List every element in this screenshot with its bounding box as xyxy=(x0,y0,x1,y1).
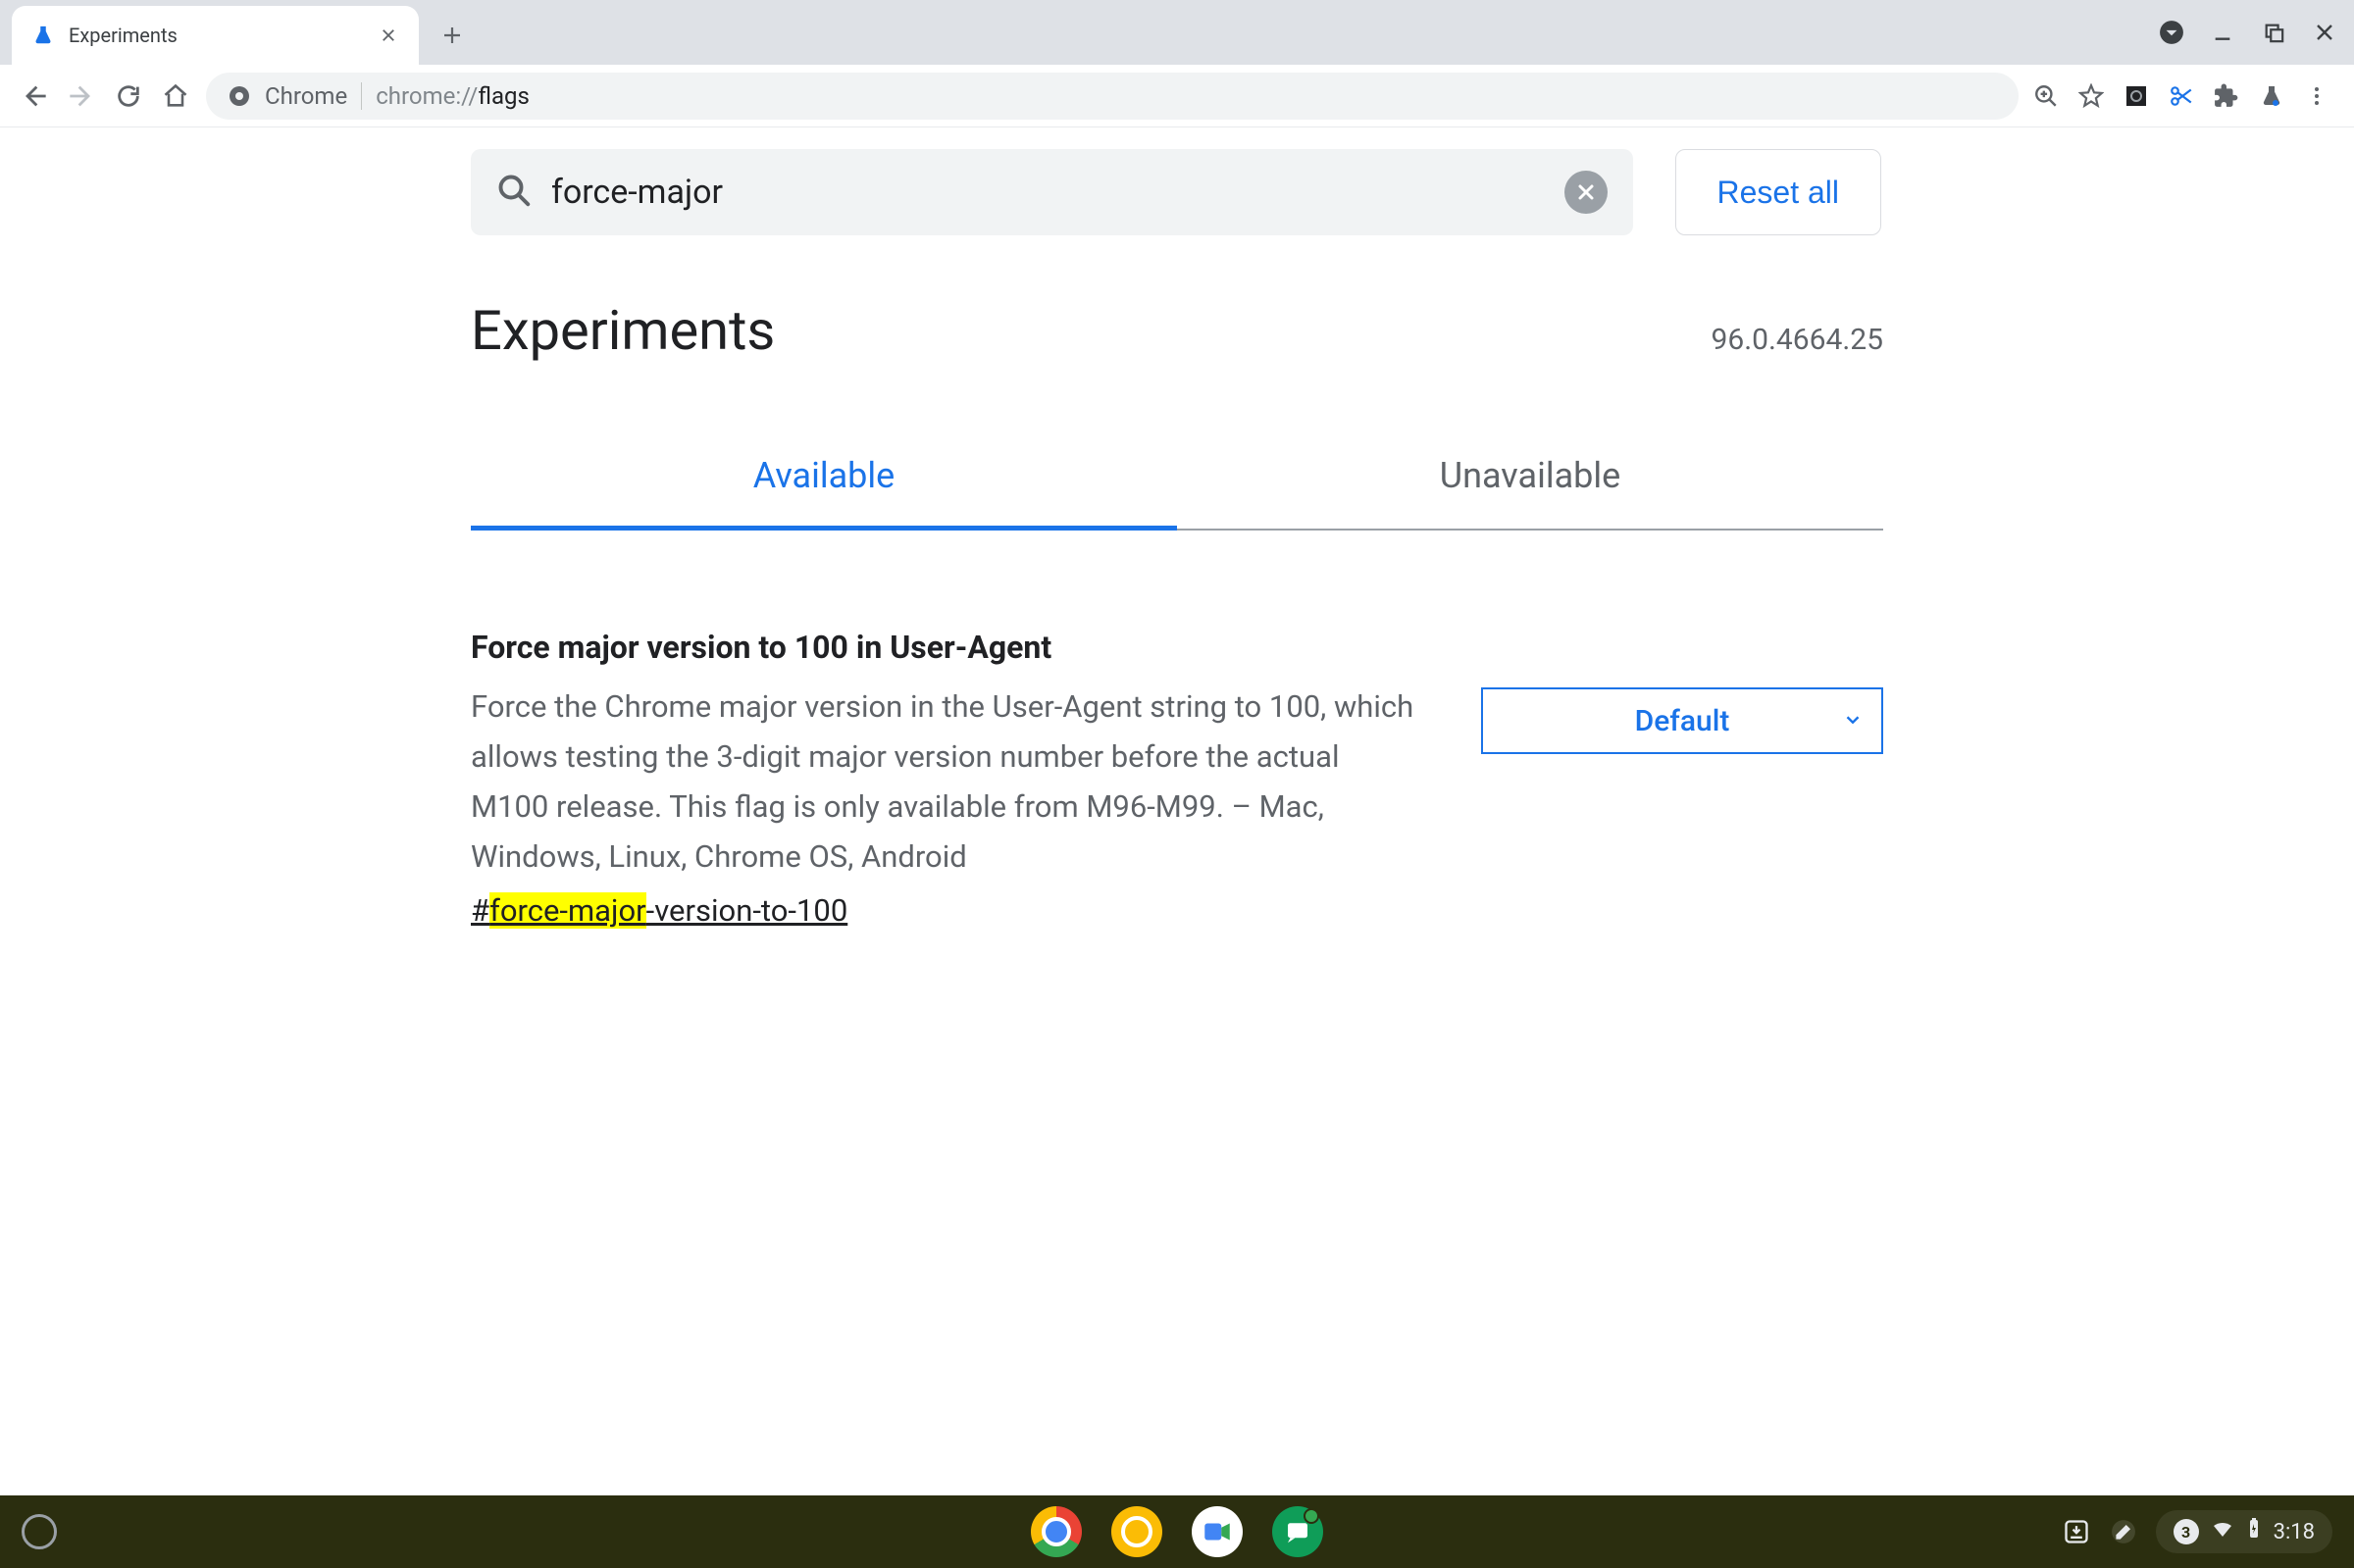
version-label: 96.0.4664.25 xyxy=(1712,323,1883,357)
extension-square-icon[interactable] xyxy=(2123,82,2150,110)
back-button[interactable] xyxy=(18,79,51,113)
chromeos-shelf: 3 3:18 xyxy=(0,1495,2354,1568)
omnibox-separator xyxy=(361,82,362,110)
shelf-status-area: 3 3:18 xyxy=(2062,1510,2332,1553)
tote-icon[interactable] xyxy=(2062,1517,2091,1546)
toolbar-actions xyxy=(2032,82,2336,110)
forward-button[interactable] xyxy=(65,79,98,113)
bookmark-icon[interactable] xyxy=(2077,82,2105,110)
omnibox-url: chrome://flags xyxy=(376,82,530,110)
notification-count: 3 xyxy=(2174,1519,2199,1544)
omnibox-label: Chrome xyxy=(265,82,347,110)
flags-search-box xyxy=(471,149,1633,235)
browser-toolbar: Chrome chrome://flags xyxy=(0,65,2354,127)
flag-state-select[interactable]: Default xyxy=(1481,687,1883,754)
chevron-down-icon xyxy=(1842,704,1864,738)
menu-icon[interactable] xyxy=(2303,82,2330,110)
tab-title: Experiments xyxy=(69,24,364,47)
minimize-icon[interactable] xyxy=(2209,19,2236,46)
window-controls xyxy=(2158,0,2338,65)
canvas-app-icon[interactable] xyxy=(1111,1506,1162,1557)
flag-anchor-link[interactable]: #force-major-version-to-100 xyxy=(471,892,847,929)
page-content: Reset all Experiments 96.0.4664.25 Avail… xyxy=(0,127,2354,1495)
scissors-icon[interactable] xyxy=(2168,82,2195,110)
site-info-icon[interactable] xyxy=(228,84,251,108)
messages-app-icon[interactable] xyxy=(1272,1506,1323,1557)
close-window-icon[interactable] xyxy=(2311,19,2338,46)
clock: 3:18 xyxy=(2274,1520,2315,1544)
flag-state-value: Default xyxy=(1635,704,1730,738)
flag-description: Force the Chrome major version in the Us… xyxy=(471,682,1422,883)
zoom-icon[interactable] xyxy=(2032,82,2060,110)
maximize-icon[interactable] xyxy=(2260,19,2287,46)
battery-icon xyxy=(2246,1517,2262,1546)
labs-icon[interactable] xyxy=(2258,82,2285,110)
new-tab-button[interactable] xyxy=(429,12,476,59)
wifi-icon xyxy=(2211,1517,2234,1546)
home-button[interactable] xyxy=(159,79,192,113)
close-tab-icon[interactable] xyxy=(378,25,399,46)
reload-button[interactable] xyxy=(112,79,145,113)
status-tray[interactable]: 3 3:18 xyxy=(2156,1510,2332,1553)
search-icon xyxy=(496,173,532,212)
browser-tab[interactable]: Experiments xyxy=(12,6,419,65)
chrome-app-icon[interactable] xyxy=(1031,1506,1082,1557)
duo-app-icon[interactable] xyxy=(1192,1506,1243,1557)
extensions-icon[interactable] xyxy=(2213,82,2240,110)
shelf-apps xyxy=(1031,1506,1323,1557)
clear-search-icon[interactable] xyxy=(1564,171,1608,214)
flag-entry: Force major version to 100 in User-Agent… xyxy=(471,629,1883,929)
reset-all-button[interactable]: Reset all xyxy=(1675,149,1882,235)
pen-icon[interactable] xyxy=(2109,1517,2138,1546)
flask-icon xyxy=(31,24,55,47)
flag-title: Force major version to 100 in User-Agent xyxy=(471,629,1422,666)
omnibox[interactable]: Chrome chrome://flags xyxy=(206,73,2019,120)
tab-unavailable[interactable]: Unavailable xyxy=(1177,431,1883,529)
flag-tabs: Available Unavailable xyxy=(471,431,1883,531)
tab-available[interactable]: Available xyxy=(471,431,1177,531)
launcher-button[interactable] xyxy=(22,1514,57,1549)
page-title: Experiments xyxy=(471,298,775,363)
account-icon[interactable] xyxy=(2158,19,2185,46)
tab-strip: Experiments xyxy=(0,0,2354,65)
flags-search-input[interactable] xyxy=(551,173,1545,212)
